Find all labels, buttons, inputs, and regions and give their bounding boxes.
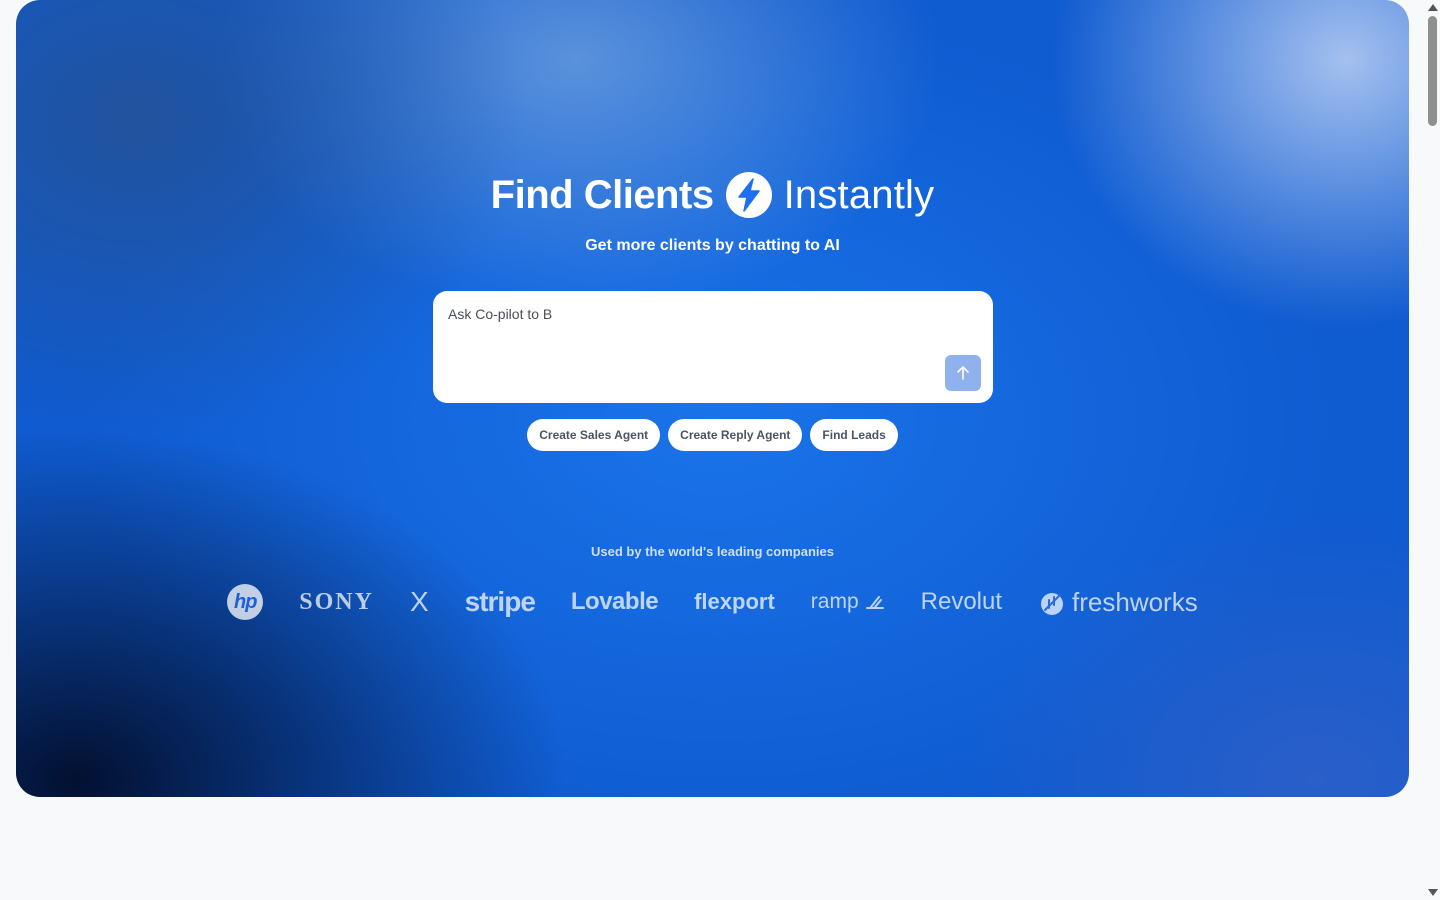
revolut-logo: Revolut xyxy=(920,588,1003,615)
arrow-up-icon xyxy=(957,366,969,380)
companies-heading: Used by the world's leading companies xyxy=(591,544,834,559)
scroll-down-arrow-icon[interactable] xyxy=(1428,889,1438,896)
hero-title-part2: Instantly xyxy=(783,172,935,217)
prompt-input[interactable] xyxy=(448,304,948,324)
hero-title: Find Clients Instantly xyxy=(16,172,1409,218)
create-sales-agent-chip[interactable]: Create Sales Agent xyxy=(527,419,661,451)
lightning-bolt-icon xyxy=(725,172,772,218)
scrollbar-thumb[interactable] xyxy=(1428,16,1437,126)
vertical-scrollbar[interactable] xyxy=(1425,0,1440,900)
freshworks-logo: freshworks xyxy=(1038,587,1198,618)
ramp-logo: ramp xyxy=(811,590,885,614)
sony-logo: SONY xyxy=(299,588,374,615)
flexport-logo: flexport xyxy=(694,589,775,614)
hero-section: Find Clients Instantly Get more clients … xyxy=(16,0,1409,797)
send-button[interactable] xyxy=(945,355,981,391)
hero-subtitle: Get more clients by chatting to AI xyxy=(585,237,840,254)
hp-logo: hp xyxy=(227,584,264,620)
hero-title-part1: Find Clients xyxy=(490,172,714,217)
lovable-logo: Lovable xyxy=(570,588,659,615)
x-logo: X xyxy=(409,586,429,617)
company-logos: hp SONY X stripe Lovable flexport ramp R… xyxy=(16,580,1409,624)
ramp-wordmark: ramp xyxy=(810,590,859,613)
prompt-box xyxy=(433,291,993,403)
find-leads-chip[interactable]: Find Leads xyxy=(810,419,898,451)
create-reply-agent-chip[interactable]: Create Reply Agent xyxy=(668,419,803,451)
freshworks-wordmark: freshworks xyxy=(1072,586,1198,617)
scroll-up-arrow-icon[interactable] xyxy=(1428,4,1438,11)
ramp-swoosh-icon xyxy=(865,596,884,609)
stripe-logo: stripe xyxy=(464,586,536,617)
suggestion-chips: Create Sales Agent Create Reply Agent Fi… xyxy=(16,419,1409,451)
freshworks-leaf-icon xyxy=(1041,593,1064,615)
